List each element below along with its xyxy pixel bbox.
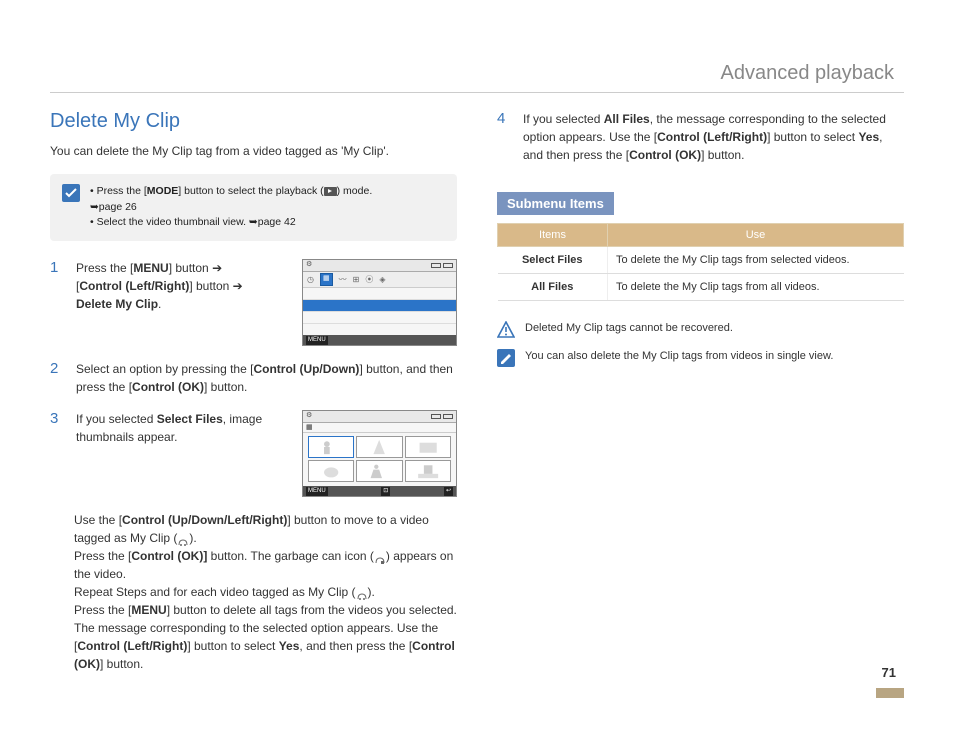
table-cell-use: To delete the My Clip tags from selected… [608, 247, 904, 274]
pencil-note-icon [497, 349, 515, 367]
left-column: Delete My Clip You can delete the My Cli… [50, 110, 457, 673]
table-header-items: Items [498, 224, 608, 247]
step-text: Press the [MENU] button ➔ [Control (Left… [76, 259, 288, 313]
step-number: 4 [497, 110, 511, 164]
step-number: 3 [50, 410, 64, 497]
table-cell-item: Select Files [498, 247, 608, 274]
step-text: If you selected All Files, the message c… [523, 110, 904, 164]
warning-note: Deleted My Clip tags cannot be recovered… [497, 321, 904, 339]
page-number: 71 [882, 665, 896, 680]
table-header-use: Use [608, 224, 904, 247]
note-text: You can also delete the My Clip tags fro… [525, 349, 833, 364]
tip-item: Press the [MODE] button to select the pl… [90, 184, 372, 216]
table-row: All Files To delete the My Clip tags fro… [498, 274, 904, 301]
step-1: 1 Press the [MENU] button ➔ [Control (Le… [50, 259, 457, 346]
table-cell-item: All Files [498, 274, 608, 301]
step-2: 2 Select an option by pressing the [Cont… [50, 360, 457, 396]
step-number: 2 [50, 360, 64, 396]
note-text: Deleted My Clip tags cannot be recovered… [525, 321, 733, 336]
warning-icon [497, 321, 515, 339]
submenu-table: Items Use Select Files To delete the My … [497, 223, 904, 301]
my-clip-icon [177, 534, 189, 544]
section-intro: You can delete the My Clip tag from a vi… [50, 143, 457, 160]
header-rule [50, 92, 904, 93]
tip-box: Press the [MODE] button to select the pl… [50, 174, 457, 241]
tip-item: Select the video thumbnail view. ➥page 4… [90, 215, 372, 231]
lcd-thumbnail-preview: ⚙ ▦ MENU⊡↩ [302, 410, 457, 497]
content-columns: Delete My Clip You can delete the My Cli… [50, 110, 904, 673]
playback-mode-icon [324, 187, 337, 196]
step-3: 3 If you selected Select Files, image th… [50, 410, 457, 497]
trash-tag-icon [374, 552, 386, 562]
step-number: 1 [50, 259, 64, 346]
lcd-menu-preview: ⚙ ◷▦〰⊞⦿◈ MENU [302, 259, 457, 346]
page-tab-marker [876, 688, 904, 698]
step-text: If you selected Select Files, image thum… [76, 410, 288, 446]
checkmark-icon [62, 184, 80, 202]
section-title: Delete My Clip [50, 110, 457, 133]
submenu-heading: Submenu Items [497, 192, 614, 215]
info-note: You can also delete the My Clip tags fro… [497, 349, 904, 367]
header-title: Advanced playback [721, 62, 894, 85]
step-4: 4 If you selected All Files, the message… [497, 110, 904, 164]
table-cell-use: To delete the My Clip tags from all vide… [608, 274, 904, 301]
right-column: 4 If you selected All Files, the message… [497, 110, 904, 673]
step-text: Select an option by pressing the [Contro… [76, 360, 457, 396]
table-row: Select Files To delete the My Clip tags … [498, 247, 904, 274]
my-clip-icon [356, 588, 368, 598]
step-3-substeps: Use the [Control (Up/Down/Left/Right)] b… [74, 511, 457, 673]
tip-list: Press the [MODE] button to select the pl… [90, 184, 372, 231]
